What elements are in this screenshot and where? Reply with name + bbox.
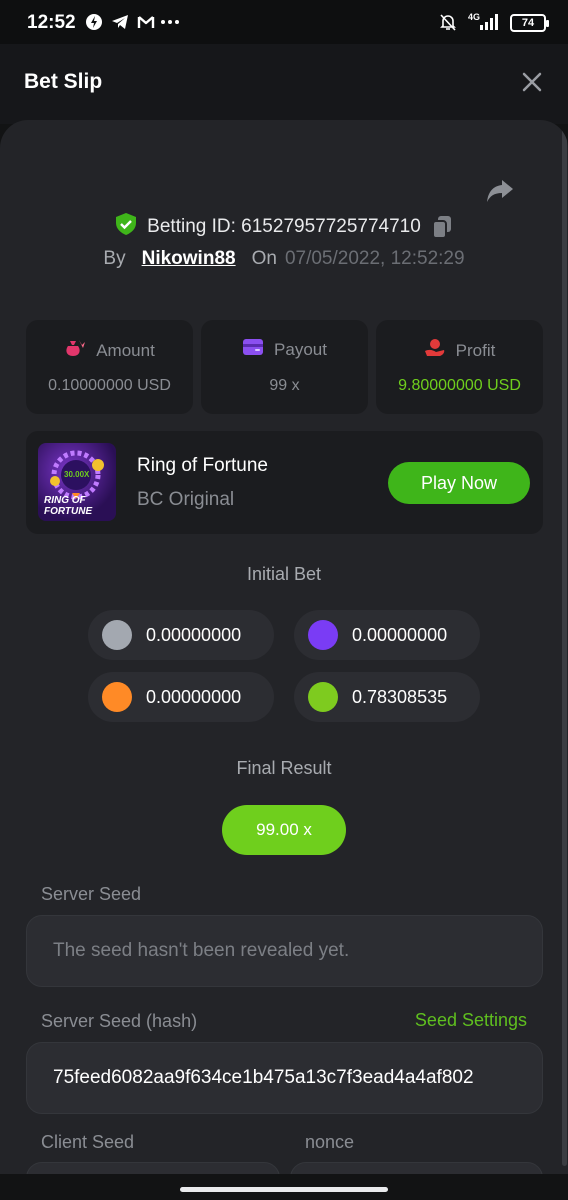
bet-chip-green: 0.78308535: [294, 672, 480, 722]
betting-id-value: 61527957725774710: [241, 216, 421, 237]
amount-value: 0.10000000 USD: [48, 377, 171, 394]
scrollbar[interactable]: [562, 126, 567, 1166]
payout-label: Payout: [274, 339, 327, 359]
gmail-icon: [136, 12, 156, 32]
home-indicator[interactable]: [180, 1187, 388, 1192]
money-bag-icon: [64, 338, 86, 363]
by-label: By: [103, 248, 126, 269]
seed-settings-link[interactable]: Seed Settings: [415, 1010, 527, 1031]
bet-slip-sheet: Betting ID: 61527957725774710 By Nikowin…: [0, 120, 568, 1200]
payout-card: Payout 99 x: [201, 320, 368, 414]
final-result-title: Final Result: [236, 758, 332, 778]
wallet-icon: [242, 338, 264, 361]
profit-hand-icon: [424, 338, 446, 363]
thumb-multiplier: 30.00X: [64, 470, 90, 479]
client-seed-label: Client Seed: [41, 1132, 135, 1152]
copy-icon[interactable]: [431, 215, 453, 239]
profit-label: Profit: [455, 340, 496, 360]
status-bar: 12:52 4G 74: [0, 0, 568, 44]
server-seed-label: Server Seed: [41, 884, 142, 904]
verified-shield-icon: [115, 212, 137, 242]
chip-color-dot: [102, 620, 132, 650]
betting-id-label: Betting ID:: [147, 216, 236, 237]
bet-chip-value: 0.00000000: [352, 624, 448, 645]
bet-slip-header: Bet Slip: [0, 44, 568, 124]
amount-label: Amount: [96, 340, 155, 360]
status-time: 12:52: [27, 12, 76, 33]
username-link[interactable]: Nikowin88: [142, 248, 236, 270]
thumb-title-line1: RING OF: [44, 495, 86, 506]
more-dots-icon: [160, 12, 180, 32]
telegram-icon: [110, 12, 130, 32]
betting-id-row: Betting ID: 61527957725774710: [0, 212, 568, 242]
bet-author-row: By Nikowin88 On 07/05/2022, 12:52:29: [0, 248, 568, 270]
server-seed-hash-label: Server Seed (hash): [41, 1011, 198, 1031]
chip-color-dot: [308, 682, 338, 712]
game-thumbnail: 30.00X RING OF FORTUNE: [38, 443, 116, 521]
game-subtitle: BC Original: [137, 489, 235, 510]
bet-chip-gray: 0.00000000: [88, 610, 274, 660]
data-saver-icon: [84, 12, 104, 32]
thumb-title-line2: FORTUNE: [44, 506, 93, 517]
bet-chip-purple: 0.00000000: [294, 610, 480, 660]
amount-card: Amount 0.10000000 USD: [26, 320, 193, 414]
chip-color-dot: [102, 682, 132, 712]
server-seed-hash-field[interactable]: 75feed6082aa9f634ce1b475a13c7f3ead4a4af8…: [26, 1042, 543, 1114]
chip-color-dot: [308, 620, 338, 650]
final-result-badge: 99.00 x: [222, 805, 346, 855]
bet-chip-orange: 0.00000000: [88, 672, 274, 722]
game-name: Ring of Fortune: [137, 455, 268, 476]
initial-bet-title: Initial Bet: [246, 564, 322, 584]
bet-chip-value: 0.00000000: [146, 624, 242, 645]
profit-value: 9.80000000 USD: [398, 377, 521, 394]
nonce-label: nonce: [305, 1132, 355, 1152]
signal-icon: [478, 12, 500, 32]
play-now-button[interactable]: Play Now: [388, 462, 530, 504]
silent-bell-icon: [438, 12, 458, 32]
share-icon[interactable]: [484, 174, 516, 206]
on-label: On: [251, 248, 277, 269]
close-icon[interactable]: [518, 68, 546, 96]
game-card: 30.00X RING OF FORTUNE Ring of Fortune B…: [26, 431, 543, 534]
server-seed-field[interactable]: The seed hasn't been revealed yet.: [26, 915, 543, 987]
bet-chip-value: 0.78308535: [352, 686, 448, 707]
profit-card: Profit 9.80000000 USD: [376, 320, 543, 414]
bet-chip-value: 0.00000000: [146, 686, 242, 707]
page-title: Bet Slip: [24, 70, 103, 93]
bet-date: 07/05/2022, 12:52:29: [284, 248, 465, 269]
payout-value: 99 x: [269, 377, 300, 394]
battery-icon: 74: [510, 14, 549, 32]
